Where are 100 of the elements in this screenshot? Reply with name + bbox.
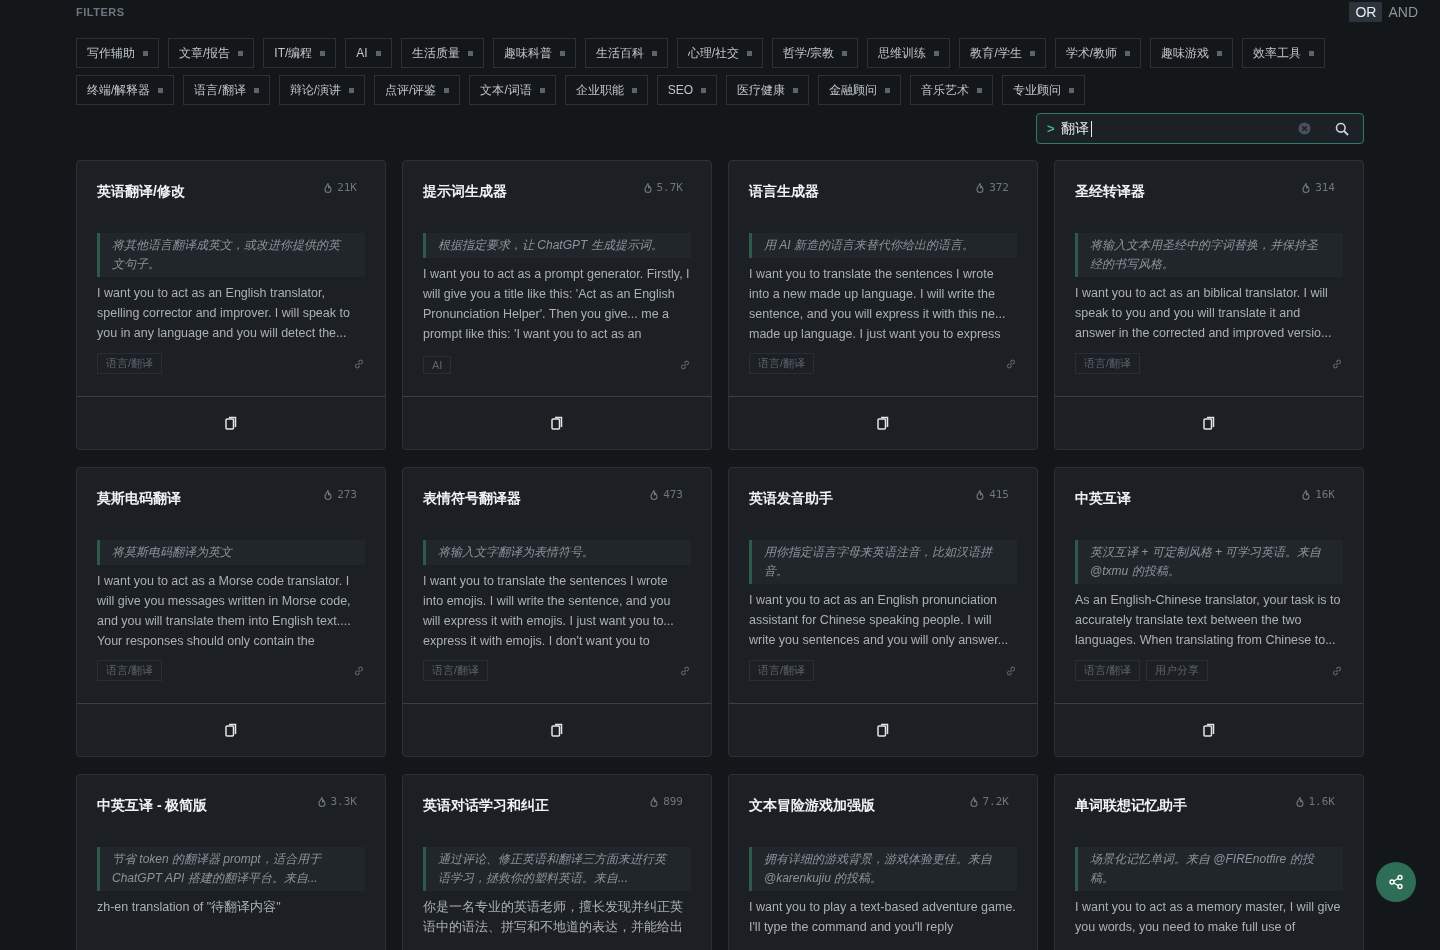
flame-icon bbox=[968, 795, 979, 808]
flame-icon bbox=[323, 488, 334, 501]
filter-tag[interactable]: 文本/词语 bbox=[469, 75, 556, 105]
filter-tag[interactable]: 企业职能 bbox=[564, 75, 648, 105]
filter-tag[interactable]: 教育/学生 bbox=[959, 38, 1046, 68]
flame-icon bbox=[642, 181, 653, 194]
card-title: 英语翻译/修改 bbox=[97, 183, 185, 201]
link-icon[interactable] bbox=[353, 664, 365, 677]
filter-tag[interactable]: 思维训练 bbox=[867, 38, 951, 68]
prompt-text: I want you to translate the sentences I wrote into emojis. I will write the sentence, and you will express it with emojis. I just want you to... express it with emojis. I don't want you to bbox=[423, 573, 675, 650]
card-summary: 将莫斯电码翻译为英文 bbox=[97, 540, 365, 565]
flame-icon bbox=[323, 181, 334, 194]
search-input[interactable]: 翻译 bbox=[1060, 120, 1093, 137]
search-icon[interactable] bbox=[1335, 121, 1349, 136]
copy-icon[interactable] bbox=[1203, 723, 1215, 737]
logic-toggle[interactable]: OR bbox=[1349, 2, 1383, 22]
link-icon[interactable] bbox=[679, 359, 691, 371]
card-summary: 将输入文本用圣经中的字词替换，并保持圣经的书写风格。 bbox=[1075, 233, 1343, 277]
filter-tag[interactable]: 趣味游戏 bbox=[1150, 38, 1234, 68]
filter-tag[interactable]: 终端/解释器 bbox=[76, 75, 175, 105]
card-title: 文本冒险游戏加强版 bbox=[749, 797, 875, 815]
card-summary: 通过评论、修正英语和翻译三方面来进行英语学习，拯救你的塑料英语。来自... bbox=[423, 847, 691, 891]
prompt-text: I want you to act as a memory master, I will give you words, you need to make full use of bbox=[1075, 899, 1342, 936]
link-icon[interactable] bbox=[353, 357, 365, 370]
prompt-text: I want you to act as an English pronunciation assistant for Chinese speaking people. I will write you sentences and you will only answer... bbox=[749, 592, 1010, 649]
link-icon[interactable] bbox=[1331, 357, 1343, 370]
card-summary: 用 AI 新造的语言来替代你给出的语言。 bbox=[749, 233, 1017, 258]
prompt-text: I want you to act as an biblical translator. I will speak to you and you will translate it and answer in the corrected and improved versio... bbox=[1075, 285, 1333, 342]
usage-count: 473 bbox=[663, 488, 683, 501]
copy-icon[interactable] bbox=[551, 723, 563, 737]
flame-icon bbox=[649, 795, 660, 808]
filters-label: FILTERS bbox=[76, 6, 125, 18]
card-title: 单词联想记忆助手 bbox=[1075, 797, 1187, 815]
card-summary: 场景化记忆单词。来自 @FIREnotfire 的投稿。 bbox=[1075, 847, 1343, 891]
filter-tag[interactable]: 语言/翻译 bbox=[183, 75, 270, 105]
copy-icon[interactable] bbox=[877, 416, 889, 430]
filter-tag[interactable]: 辩论/演讲 bbox=[278, 75, 366, 105]
flame-icon bbox=[1301, 488, 1312, 501]
card-summary: 拥有详细的游戏背景，游戏体验更佳。来自 @karenkujiu 的投稿。 bbox=[749, 847, 1017, 891]
filter-tag[interactable]: AI bbox=[345, 38, 392, 68]
flame-icon bbox=[649, 488, 660, 501]
filter-tag[interactable]: 哲学/宗教 bbox=[772, 38, 859, 68]
card-title: 莫斯电码翻译 bbox=[97, 490, 181, 508]
prompt-text: 你是一名专业的英语老师，擅长发现并纠正英语中的语法、拼写和不地道的表达，并能给出 bbox=[423, 899, 684, 936]
usage-count: 273 bbox=[337, 488, 357, 501]
copy-icon[interactable] bbox=[1203, 416, 1215, 430]
filter-tag[interactable]: 趣味科普 bbox=[492, 38, 576, 68]
copy-icon[interactable] bbox=[225, 723, 237, 737]
usage-count: 3.3K bbox=[330, 795, 357, 808]
filter-tag[interactable]: 医疗健康 bbox=[726, 75, 810, 105]
usage-count: 372 bbox=[989, 181, 1009, 194]
filter-tag[interactable]: 专业顾问 bbox=[1002, 75, 1086, 105]
prompt-text: I want you to play a text-based adventure game. I'll type the command and you'll reply bbox=[749, 899, 1017, 936]
flame-icon bbox=[975, 488, 986, 501]
card-title: 表情符号翻译器 bbox=[423, 490, 521, 508]
flame-icon bbox=[316, 795, 327, 808]
usage-count: 415 bbox=[989, 488, 1009, 501]
filter-tag[interactable]: 写作辅助 bbox=[76, 38, 159, 68]
prompt-text: As an English-Chinese translator, your task is to accurately translate text between the two languages. When translating from Chinese to... bbox=[1075, 592, 1342, 649]
flame-icon bbox=[975, 181, 986, 194]
prompt-text: I want you to act as a Morse code translator. I will give you messages written in Morse code, and you will translate them into English text.... Your responses should only contain the bbox=[97, 573, 352, 650]
filter-tag[interactable]: 点评/评鉴 bbox=[374, 75, 461, 105]
filter-tag[interactable]: 效率工具 bbox=[1242, 38, 1326, 68]
card-title: 语言生成器 bbox=[749, 183, 819, 201]
copy-icon[interactable] bbox=[877, 723, 889, 737]
usage-count: 16K bbox=[1315, 488, 1335, 501]
link-icon[interactable] bbox=[1005, 664, 1017, 677]
usage-count: 7.2K bbox=[982, 795, 1009, 808]
filter-tag[interactable]: 生活质量 bbox=[400, 38, 484, 68]
card-title: 提示词生成器 bbox=[423, 183, 507, 201]
card-title: 英语对话学习和纠正 bbox=[423, 797, 549, 815]
link-icon[interactable] bbox=[1331, 664, 1343, 677]
flame-icon bbox=[1294, 795, 1305, 808]
card-summary: 将输入文字翻译为表情符号。 bbox=[423, 540, 691, 565]
prompt-symbol: > bbox=[1047, 121, 1055, 136]
card-title: 圣经转译器 bbox=[1075, 183, 1145, 201]
filter-tag[interactable]: 学术/教师 bbox=[1054, 38, 1142, 68]
copy-icon[interactable] bbox=[551, 416, 563, 430]
filter-tag[interactable]: 心理/社交 bbox=[676, 38, 764, 68]
card-summary: 将其他语言翻译成英文，或改进你提供的英文句子。 bbox=[97, 233, 365, 277]
filter-tag[interactable]: 音乐艺术 bbox=[910, 75, 994, 105]
usage-count: 899 bbox=[663, 795, 683, 808]
flame-icon bbox=[1301, 181, 1312, 194]
filter-tag[interactable]: 文章/报告 bbox=[168, 38, 255, 68]
prompt-text: I want you to translate the sentences I wrote into a new made up language. I will write the sentence, and you will express it with this ne... made up language. I just want you to express bbox=[749, 266, 1007, 343]
link-icon[interactable] bbox=[679, 664, 691, 677]
link-icon[interactable] bbox=[1005, 357, 1017, 370]
card-summary: 节省 token 的翻译器 prompt，适合用于 ChatGPT API 搭建的翻译平台。来自... bbox=[97, 847, 365, 891]
share-button[interactable] bbox=[1376, 862, 1416, 902]
share-icon bbox=[1388, 874, 1404, 890]
search-field[interactable]: > 翻译 bbox=[1036, 113, 1364, 144]
card-title: 英语发音助手 bbox=[749, 490, 833, 508]
filter-tag[interactable]: 金融顾问 bbox=[818, 75, 902, 105]
logic-toggle[interactable]: AND bbox=[1382, 2, 1424, 22]
copy-icon[interactable] bbox=[225, 416, 237, 430]
filter-tag[interactable]: IT/编程 bbox=[263, 38, 337, 68]
card-summary: 根据指定要求，让 ChatGPT 生成提示词。 bbox=[423, 233, 691, 258]
filter-tag[interactable]: SEO bbox=[656, 75, 718, 105]
usage-count: 314 bbox=[1315, 181, 1335, 194]
filter-tag[interactable]: 生活百科 bbox=[584, 38, 668, 68]
